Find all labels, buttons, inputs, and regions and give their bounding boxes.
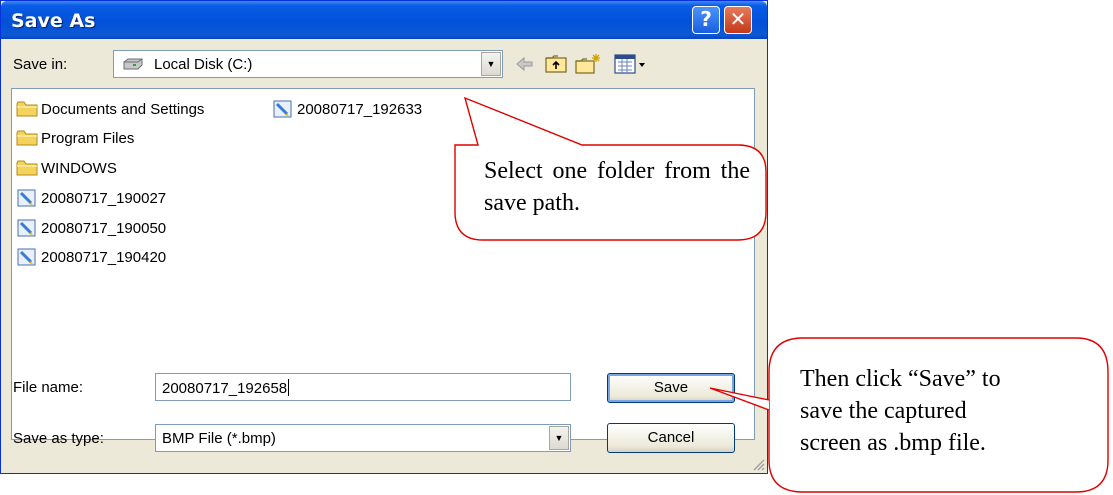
callout-pointer-save (709, 387, 770, 411)
callout-save-line: save the captured (800, 398, 967, 424)
callout-save-hint: Then click “Save” to save the captured s… (800, 363, 1100, 459)
callout-folder-hint: Select one folder from the save path. (484, 158, 750, 216)
callout-save-line: screen as .bmp file. (800, 430, 986, 456)
callout-save-line: Then click “Save” to (800, 366, 1001, 392)
